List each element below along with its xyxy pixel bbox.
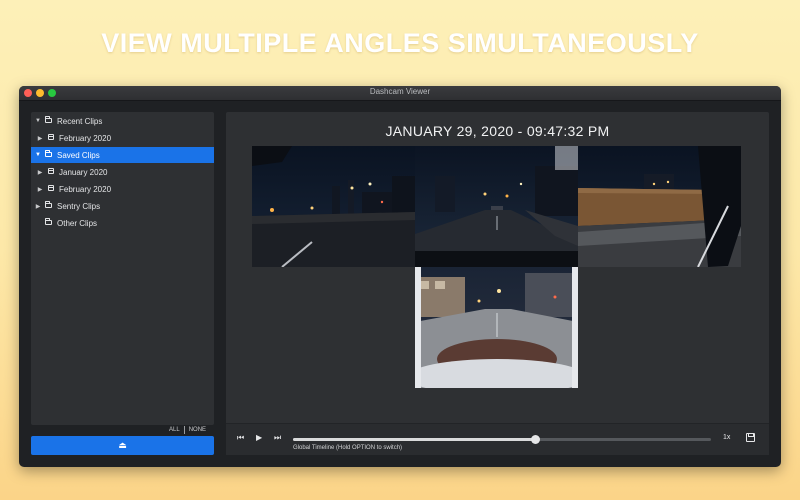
sidebar-item-label: Recent Clips	[57, 116, 103, 126]
sidebar-item-saved-clips[interactable]: ▼ Saved Clips	[31, 147, 214, 163]
left-camera-view[interactable]	[252, 146, 415, 267]
sidebar-item-label: February 2020	[59, 184, 112, 194]
collapse-triangle-icon[interactable]: ▶	[34, 203, 42, 210]
skip-forward-icon[interactable]: ⏭	[274, 433, 281, 443]
app-window: Dashcam Viewer ▼ Recent Clips ▶ February…	[19, 86, 781, 467]
rear-camera-view[interactable]	[415, 267, 578, 388]
global-timeline-slider[interactable]	[293, 435, 711, 444]
eject-icon: ⏏	[118, 440, 127, 450]
sidebar-item-sentry-clips[interactable]: ▶ Sentry Clips	[31, 198, 214, 214]
divider	[183, 426, 185, 434]
right-camera-view[interactable]	[578, 146, 741, 267]
clip-timestamp: JANUARY 29, 2020 - 09:47:32 PM	[385, 123, 610, 139]
sidebar-item-label: Saved Clips	[57, 150, 100, 160]
timeline-scrubber-handle[interactable]	[531, 435, 541, 444]
collapse-triangle-icon[interactable]: ▶	[36, 169, 44, 176]
window-title: Dashcam Viewer	[369, 87, 431, 96]
eject-button[interactable]: ⏏	[31, 436, 214, 455]
timeline-label: Global Timeline (Hold OPTION to switch)	[293, 445, 403, 451]
expand-triangle-icon[interactable]: ▼	[34, 118, 42, 124]
folder-icon	[43, 115, 54, 125]
front-camera-view[interactable]	[415, 146, 578, 267]
sidebar-item-label: February 2020	[59, 133, 112, 143]
clip-sidebar: ▼ Recent Clips ▶ February 2020 ▼ Saved C…	[31, 112, 214, 425]
sidebar-item-other-clips[interactable]: Other Clips	[31, 215, 214, 231]
selection-toggles: ALL NONE	[169, 426, 206, 434]
title-bar: Dashcam Viewer	[19, 86, 781, 101]
folder-icon	[43, 217, 54, 227]
playback-speed-button[interactable]: 1x	[723, 434, 730, 441]
skip-back-icon[interactable]: ⏮	[237, 433, 244, 443]
viewer-panel: JANUARY 29, 2020 - 09:47:32 PM ⏮ ▶ ⏭ 1x …	[226, 112, 769, 455]
select-all-button[interactable]: ALL	[169, 427, 180, 433]
folder-icon	[43, 200, 54, 210]
sidebar-item-recent-february-2020[interactable]: ▶ February 2020	[31, 130, 214, 146]
play-icon[interactable]: ▶	[256, 433, 262, 442]
promo-headline: VIEW MULTIPLE ANGLES SIMULTANEOUSLY	[101, 28, 699, 58]
sidebar-item-label: Other Clips	[57, 218, 98, 228]
sidebar-item-saved-january-2020[interactable]: ▶ January 2020	[31, 164, 214, 180]
calendar-icon	[45, 185, 56, 193]
select-none-button[interactable]: NONE	[189, 427, 206, 433]
folder-icon	[43, 149, 54, 159]
timeline-progress-fill	[293, 438, 536, 441]
sidebar-item-label: January 2020	[59, 167, 108, 177]
playback-controls: ⏮ ▶ ⏭ 1x Global Timeline (Hold OPTION to…	[226, 423, 769, 455]
expand-triangle-icon[interactable]: ▼	[34, 152, 42, 158]
sidebar-item-recent-clips[interactable]: ▼ Recent Clips	[31, 113, 214, 129]
sidebar-item-label: Sentry Clips	[57, 201, 101, 211]
collapse-triangle-icon[interactable]: ▶	[36, 186, 44, 193]
sidebar-item-saved-february-2020[interactable]: ▶ February 2020	[31, 181, 214, 197]
calendar-icon	[45, 168, 56, 176]
calendar-icon	[45, 134, 56, 142]
save-icon[interactable]	[746, 433, 755, 442]
collapse-triangle-icon[interactable]: ▶	[36, 135, 44, 142]
